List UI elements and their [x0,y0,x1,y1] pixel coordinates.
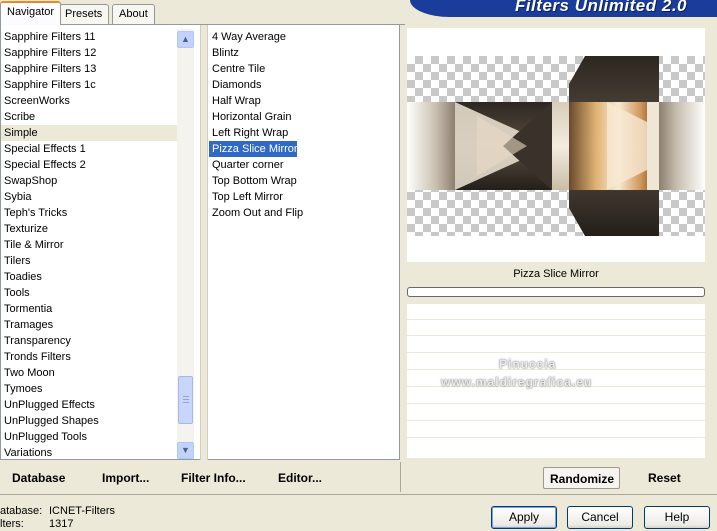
category-item[interactable]: Tilers [1,253,177,269]
param-row-divider [407,335,705,336]
category-item[interactable]: UnPlugged Tools [1,429,177,445]
param-row-divider [407,403,705,404]
grip-line [183,402,189,403]
category-item[interactable]: SwapShop [1,173,177,189]
category-item[interactable]: Scribe [1,109,177,125]
progress-bar [407,287,705,297]
filter-item[interactable]: Top Left Mirror [209,189,399,205]
filter-item[interactable]: Half Wrap [209,93,399,109]
category-item[interactable]: Texturize [1,221,177,237]
category-item[interactable]: Variations [1,445,177,461]
tab-about[interactable]: About [112,4,155,24]
chevron-up-icon[interactable]: ▲ [177,31,194,48]
category-item[interactable]: Simple [1,125,177,141]
category-item[interactable]: Toadies [1,269,177,285]
filter-list: 4 Way Average Blintz Centre Tile Diamonds Ha… [209,29,399,221]
chevron-down-icon[interactable]: ▼ [177,442,194,459]
cancel-button[interactable]: Cancel [567,506,633,529]
category-item[interactable]: UnPlugged Effects [1,397,177,413]
param-row-divider [407,437,705,438]
param-row-divider [407,420,705,421]
filter-item[interactable]: Pizza Slice Mirror [209,141,298,157]
category-item[interactable]: Sapphire Filters 1c [1,77,177,93]
filter-item[interactable]: Centre Tile [209,61,399,77]
preview-filter-name: Pizza Slice Mirror [513,268,599,280]
status-filters-value: 1317 [49,518,74,530]
reset-button[interactable]: Reset [642,467,687,489]
category-item[interactable]: Tools [1,285,177,301]
category-item[interactable]: ScreenWorks [1,93,177,109]
watermark-url: www.maldiregrafica.eu [441,375,593,389]
category-list: Sapphire Filters 11 Sapphire Filters 12 Sa… [1,29,177,461]
grip-line [183,396,189,397]
tab-presets[interactable]: Presets [58,4,110,24]
filter-item[interactable]: Diamonds [209,77,399,93]
grip-line [183,399,189,400]
bottom-separator [0,494,717,495]
filter-item[interactable]: Zoom Out and Flip [209,205,399,221]
category-item[interactable]: Sapphire Filters 12 [1,45,177,61]
category-item[interactable]: Tormentia [1,301,177,317]
apply-button[interactable]: Apply [491,506,557,529]
category-item[interactable]: Sapphire Filters 11 [1,29,177,45]
preview-graphic [407,56,705,236]
category-item[interactable]: Two Moon [1,365,177,381]
preview-image: Pinuccia [407,56,705,368]
category-item[interactable]: UnPlugged Shapes [1,413,177,429]
filter-item[interactable]: Top Bottom Wrap [209,173,399,189]
list-divider [200,25,208,460]
editor-button[interactable]: Editor... [272,467,328,489]
filter-item[interactable]: Quarter corner [209,157,399,173]
toolbar-separator [400,462,401,492]
filter-item[interactable]: 4 Way Average [209,29,399,45]
category-item[interactable]: Sybia [1,189,177,205]
category-item[interactable]: Special Effects 2 [1,157,177,173]
param-row-divider [407,352,705,353]
filter-item[interactable]: Left Right Wrap [209,125,399,141]
category-item[interactable]: Tymoes [1,381,177,397]
category-item[interactable]: Tronds Filters [1,349,177,365]
category-item[interactable]: Teph's Tricks [1,205,177,221]
status-database-value: ICNET-Filters [49,505,115,517]
randomize-button[interactable]: Randomize [543,467,620,489]
category-item[interactable]: Transparency [1,333,177,349]
filter-item[interactable]: Horizontal Grain [209,109,399,125]
parameter-area: Pinuccia www.maldiregrafica.eu [407,304,705,458]
title-banner: Filters Unlimited 2.0 [410,0,717,17]
scrollbar-thumb[interactable] [178,376,193,424]
watermark-name: Pinuccia [499,357,557,371]
param-row-divider [407,319,705,320]
category-scrollbar[interactable]: ▲ ▼ [177,29,194,459]
category-item[interactable]: Sapphire Filters 13 [1,61,177,77]
filter-item[interactable]: Blintz [209,45,399,61]
status-filters-label: lters: [0,518,24,530]
category-item[interactable]: Special Effects 1 [1,141,177,157]
window-title: Filters Unlimited 2.0 [514,0,687,15]
category-item[interactable]: Tile & Mirror [1,237,177,253]
status-database-label: atabase: [0,505,43,517]
import-button[interactable]: Import... [96,467,155,489]
category-item[interactable]: Tramages [1,317,177,333]
tab-navigator[interactable]: Navigator [0,1,62,25]
database-button[interactable]: Database [6,467,71,489]
help-button[interactable]: Help [644,506,710,529]
filter-info-button[interactable]: Filter Info... [175,467,252,489]
